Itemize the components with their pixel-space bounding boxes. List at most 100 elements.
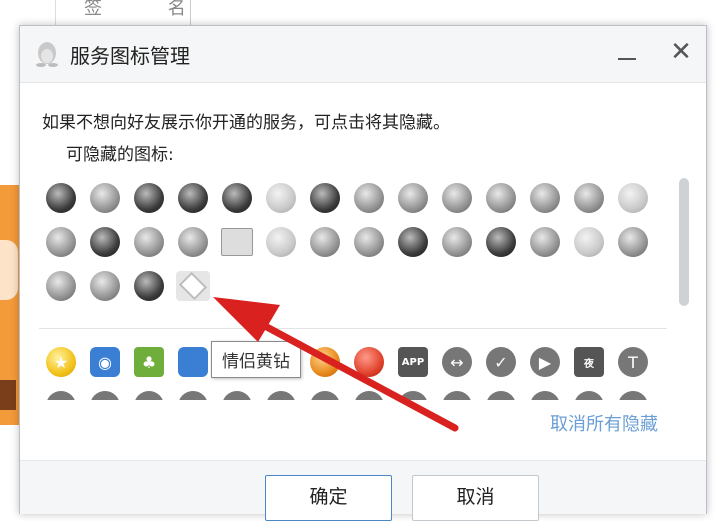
icon-cell[interactable]: T [611, 340, 655, 384]
dialog-title: 服务图标管理 [70, 44, 190, 68]
icon-cell[interactable] [171, 384, 215, 400]
icon-cell[interactable] [391, 384, 435, 400]
icon-cell[interactable]: ▶ [523, 340, 567, 384]
service-icon-dialog: 服务图标管理 ✕ 如果不想向好友展示你开通的服务，可点击将其隐藏。 可隐藏的图标… [19, 25, 707, 521]
video-icon: ▶ [530, 347, 560, 377]
icon-cell[interactable] [83, 384, 127, 400]
icon-cell[interactable] [347, 340, 391, 384]
partial-row-character-icon [354, 391, 384, 400]
icon-cell[interactable] [127, 264, 171, 308]
icon-cell[interactable] [611, 176, 655, 220]
icon-cell[interactable]: ♣ [127, 340, 171, 384]
icon-cell[interactable] [567, 384, 611, 400]
icon-cell[interactable] [127, 384, 171, 400]
icon-cell[interactable] [523, 220, 567, 264]
partial-row-hidden-under-tooltip-1-icon [222, 391, 252, 400]
icon-cell[interactable] [391, 220, 435, 264]
plant-icon: ♣ [134, 347, 164, 377]
icon-cell[interactable] [611, 220, 655, 264]
cancel-button[interactable]: 取消 [412, 475, 539, 521]
icon-cell[interactable] [435, 176, 479, 220]
ok-button[interactable]: 确定 [265, 475, 392, 521]
hidden-icons-grid [39, 176, 655, 308]
icon-cell[interactable] [303, 220, 347, 264]
icon-cell[interactable] [303, 384, 347, 400]
icon-cell[interactable]: ✓ [479, 340, 523, 384]
partial-row-plant-icon [134, 391, 164, 400]
icon-cell[interactable] [215, 220, 259, 264]
icon-cell[interactable] [215, 384, 259, 400]
icon-cell[interactable] [347, 220, 391, 264]
icon-cell[interactable] [171, 264, 215, 308]
unhide-all-link[interactable]: 取消所有隐藏 [550, 410, 658, 436]
partial-row-arrow-gem-icon [442, 391, 472, 400]
character-icon [354, 347, 384, 377]
wings-gem-icon [310, 227, 340, 257]
icon-cell[interactable] [259, 384, 303, 400]
icon-cell[interactable] [479, 384, 523, 400]
icon-cell[interactable] [39, 176, 83, 220]
diamond-gray-4-icon [442, 227, 472, 257]
icon-cell[interactable] [567, 176, 611, 220]
shown-icons-partial-row [39, 384, 669, 400]
diamond-dark-icon [178, 183, 208, 213]
game-badge-icon [310, 183, 340, 213]
icon-cell[interactable] [435, 384, 479, 400]
icon-cell[interactable] [523, 384, 567, 400]
star-dark-icon [134, 271, 164, 301]
icon-cell[interactable] [83, 176, 127, 220]
icon-cell[interactable] [347, 176, 391, 220]
diamond-gray-5-icon [530, 227, 560, 257]
background-signature-label: 签 名 [84, 0, 216, 19]
icon-cell[interactable] [303, 176, 347, 220]
book-icon [221, 228, 253, 256]
icon-cell[interactable] [171, 340, 215, 384]
icon-cell[interactable] [215, 176, 259, 220]
minimize-button[interactable] [616, 42, 640, 66]
icon-cell[interactable] [83, 220, 127, 264]
partial-row-t-shield-icon [618, 391, 648, 400]
hidden-icons-scrollbar[interactable] [679, 178, 689, 306]
dragon-badge-icon [486, 227, 516, 257]
diamond-light-icon [266, 227, 296, 257]
icon-cell[interactable] [611, 384, 655, 400]
icon-cell[interactable] [347, 384, 391, 400]
pen-icon [90, 271, 120, 301]
icon-cell[interactable] [259, 220, 303, 264]
diamond-gray-3-icon [530, 183, 560, 213]
dialog-footer: 确定 取消 [20, 460, 706, 521]
icon-cell[interactable] [523, 176, 567, 220]
icon-cell[interactable] [259, 176, 303, 220]
background-avatar-face [0, 240, 18, 300]
partial-row-star-yellow-icon [46, 391, 76, 400]
icon-cell[interactable] [479, 176, 523, 220]
icon-cell[interactable] [83, 264, 127, 308]
close-button[interactable]: ✕ [667, 38, 695, 66]
icon-cell[interactable]: ↔ [435, 340, 479, 384]
icon-cell[interactable] [435, 220, 479, 264]
icon-cell[interactable]: ◉ [83, 340, 127, 384]
icon-cell[interactable] [127, 220, 171, 264]
flame-badge-icon [46, 183, 76, 213]
icon-cell[interactable] [39, 220, 83, 264]
diamond-level-icon [574, 183, 604, 213]
icon-cell[interactable] [479, 220, 523, 264]
icon-cell[interactable] [39, 264, 83, 308]
partial-row-hidden-under-tooltip-2-icon [266, 391, 296, 400]
dialog-titlebar[interactable]: 服务图标管理 ✕ [20, 26, 706, 83]
icon-cell[interactable] [171, 220, 215, 264]
lightning-circle-icon [46, 271, 76, 301]
icon-cell[interactable]: APP [391, 340, 435, 384]
camera-icon: ◉ [90, 347, 120, 377]
icon-cell[interactable] [567, 220, 611, 264]
icon-cell[interactable] [171, 176, 215, 220]
icon-cell[interactable]: ★ [39, 340, 83, 384]
partial-row-camera-icon [90, 391, 120, 400]
icon-cell[interactable] [127, 176, 171, 220]
icon-cell[interactable]: 夜 [567, 340, 611, 384]
icon-cell[interactable] [391, 176, 435, 220]
icon-cell[interactable] [303, 340, 347, 384]
v-badge-icon [618, 183, 648, 213]
s-badge-icon [46, 227, 76, 257]
icon-cell[interactable] [39, 384, 83, 400]
